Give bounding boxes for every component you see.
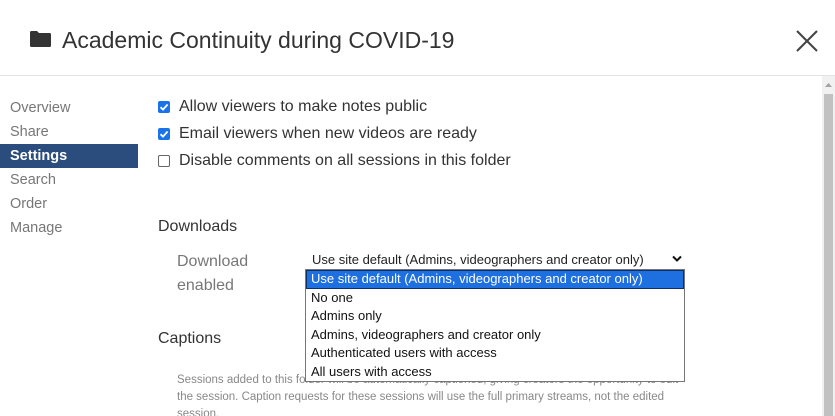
check-icon	[159, 130, 169, 138]
checkbox-unchecked[interactable]	[158, 155, 170, 167]
checkbox-label: Disable comments on all sessions in this…	[179, 152, 511, 169]
settings-panel: Allow viewers to make notes public Email…	[158, 0, 818, 416]
disable-comments-option[interactable]: Disable comments on all sessions in this…	[158, 150, 511, 172]
sidebar-item-overview[interactable]: Overview	[0, 96, 138, 120]
download-enabled-label: Download enabled	[177, 253, 249, 294]
sidebar-item-label: Settings	[10, 148, 68, 164]
sidebar-item-label: Share	[10, 124, 49, 140]
allow-public-notes-option[interactable]: Allow viewers to make notes public	[158, 96, 427, 118]
folder-icon	[30, 31, 51, 47]
dropdown-option[interactable]: Admins, videographers and creator only	[306, 326, 684, 345]
sidebar-item-order[interactable]: Order	[0, 192, 138, 216]
sidebar-item-label: Manage	[10, 220, 63, 236]
sidebar-item-settings[interactable]: Settings	[0, 144, 138, 168]
download-permission-select[interactable]: Use site default (Admins, videographers …	[305, 250, 685, 270]
sidebar-item-search[interactable]: Search	[0, 168, 138, 192]
chevron-down-icon	[672, 255, 682, 262]
scrollbar-thumb[interactable]	[824, 94, 833, 416]
dropdown-option[interactable]: Authenticated users with access	[306, 344, 684, 363]
sidebar-item-label: Search	[10, 172, 56, 188]
sidebar-item-share[interactable]: Share	[0, 120, 138, 144]
sidebar-item-label: Overview	[10, 100, 71, 116]
download-options-list: Use site default (Admins, videographers …	[305, 269, 685, 382]
checkbox-label: Allow viewers to make notes public	[179, 98, 428, 115]
check-icon	[159, 103, 169, 111]
sidebar-item-label: Order	[10, 196, 48, 212]
dropdown-option[interactable]: No one	[306, 289, 684, 308]
scroll-up-arrow-icon[interactable]	[822, 80, 835, 90]
dropdown-option[interactable]: All users with access	[306, 363, 684, 382]
dropdown-option[interactable]: Admins only	[306, 307, 684, 326]
downloads-heading: Downloads	[158, 218, 238, 235]
checkbox-checked[interactable]	[158, 128, 170, 140]
select-value: Use site default (Admins, videographers …	[312, 252, 644, 267]
checkbox-label: Email viewers when new videos are ready	[179, 125, 477, 142]
email-viewers-option[interactable]: Email viewers when new videos are ready	[158, 123, 477, 145]
dropdown-option[interactable]: Use site default (Admins, videographers …	[306, 270, 684, 289]
captions-heading: Captions	[158, 330, 222, 347]
vertical-scrollbar[interactable]	[822, 76, 835, 416]
checkbox-checked[interactable]	[158, 101, 170, 113]
sidebar-item-manage[interactable]: Manage	[0, 216, 138, 240]
